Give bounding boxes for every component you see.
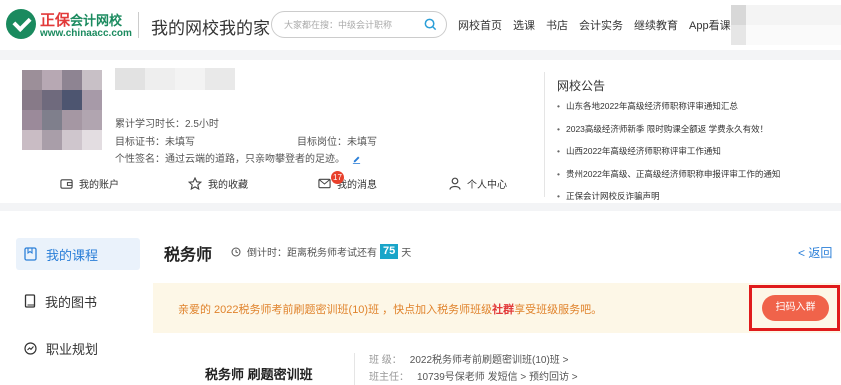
target-post: 目标岗位：未填写	[297, 137, 377, 148]
sidebar-item-my-courses[interactable]: 我的课程	[16, 238, 140, 270]
logo-url: www.chinaacc.com	[40, 28, 132, 39]
search-icon[interactable]	[423, 17, 438, 32]
sidebar-item-label: 我的图书	[45, 294, 98, 310]
nav-select-course[interactable]: 选课	[513, 20, 535, 32]
top-header: 正保会计网校 www.chinaacc.com 我的网校我的家 网校首页选课书店…	[0, 0, 841, 50]
nav-accounting-practice[interactable]: 会计实务	[579, 20, 623, 32]
signature-row: 个性签名：通过云端的道路，只亲吻攀登者的足迹。	[115, 150, 361, 165]
sidebar: 我的课程 我的图书 职业规划	[0, 211, 153, 385]
my-messages-link[interactable]: 我的消息	[318, 176, 377, 191]
notice-item[interactable]: 正保会计网校反诈骗声明	[557, 190, 780, 213]
notice-title: 网校公告	[557, 79, 606, 93]
user-icon	[449, 177, 461, 190]
promo-text: 亲爱的 2022税务师考前刷题密训班(10)班 ，快点加入税务师班级社群享受班级…	[178, 301, 602, 317]
notice-list: 山东各地2022年高级经济师职称评审通知汇总 2023高级经济师新季 限时购课全…	[557, 100, 780, 213]
search-input[interactable]	[284, 17, 414, 33]
notice-item[interactable]: 山东各地2022年高级经济师职称评审通知汇总	[557, 100, 780, 123]
course-divider	[354, 353, 355, 385]
sidebar-item-label: 我的课程	[46, 247, 99, 263]
envelope-icon	[318, 178, 331, 189]
target-certificate: 目标证书：未填写	[115, 137, 195, 148]
teacher-links[interactable]: 10739号保老师 发短信 > 预约回访 >	[417, 372, 578, 383]
message-count-badge: 17	[331, 171, 344, 184]
top-nav: 网校首页 选课 书店 会计实务 继续教育 App看课	[458, 17, 742, 33]
clock-icon	[231, 247, 241, 256]
countdown-suffix: 天	[401, 248, 412, 259]
highlight-annotation-box	[749, 285, 840, 331]
course-card: 税务师 刷题密训班 班 级： 2022税务师考前刷题密训班(10)班 > 班主任：…	[153, 341, 841, 385]
class-row: 班 级： 2022税务师考前刷题密训班(10)班 >	[369, 351, 568, 366]
trend-chart-icon	[24, 341, 37, 355]
exam-countdown: 倒计时：距离税务师考试还有 75 天	[231, 244, 411, 259]
profile-card: 累计学习时长：2.5小时 目标证书：未填写 目标岗位：未填写 个性签名：通过云端…	[0, 60, 841, 203]
course-icon	[24, 247, 37, 261]
class-link[interactable]: 2022税务师考前刷题密训班(10)班 >	[410, 355, 569, 366]
notice-item[interactable]: 2023高级经济师新季 限时购课全额返 学费永久有效！	[557, 123, 780, 146]
edit-pencil-icon[interactable]	[352, 155, 361, 164]
exam-title: 税务师	[164, 247, 213, 264]
signature-text: 个性签名：通过云端的道路，只亲吻攀登者的足迹。	[115, 154, 345, 165]
my-account-link[interactable]: 我的账户	[60, 176, 119, 191]
book-icon	[24, 294, 36, 308]
my-account-label: 我的账户	[79, 180, 119, 191]
wallet-icon	[60, 178, 73, 189]
site-title: 我的网校我的家	[151, 19, 270, 38]
header-divider	[138, 12, 139, 38]
promo-text-prefix: 亲爱的 2022税务师考前刷题密训班(10)班 ，快点加入税务师班级	[178, 304, 493, 316]
avatar[interactable]	[22, 70, 102, 150]
main-panel: 税务师 倒计时：距离税务师考试还有 75 天 < 返回 亲爱的 2022税务师考前刷…	[153, 211, 841, 385]
user-info-blurred[interactable]	[731, 5, 841, 45]
nav-app[interactable]: App看课	[689, 20, 731, 32]
sidebar-item-label: 职业规划	[46, 341, 99, 357]
countdown-days: 75	[380, 244, 399, 259]
notice-divider	[544, 72, 545, 197]
nav-continuing-education[interactable]: 继续教育	[634, 20, 678, 32]
sidebar-item-my-books[interactable]: 我的图书	[16, 285, 140, 317]
search-box[interactable]	[271, 11, 447, 38]
course-name[interactable]: 税务师 刷题密训班	[205, 364, 313, 383]
chinaacc-logo[interactable]: 正保会计网校 www.chinaacc.com	[6, 7, 138, 43]
logo-brand-text: 正保	[40, 12, 71, 29]
notice-item[interactable]: 贵州2022年高级、正高级经济师职称申报评审工作的通知	[557, 168, 780, 191]
logo-sub-text: 会计网校	[70, 13, 123, 28]
promo-text-highlight: 社群	[492, 304, 515, 316]
class-label: 班 级：	[369, 355, 402, 366]
username-blurred	[115, 68, 235, 90]
logo-check-icon	[6, 9, 36, 39]
class-group-promo-banner: 亲爱的 2022税务师考前刷题密训班(10)班 ，快点加入税务师班级社群享受班级…	[153, 283, 841, 333]
study-time: 累计学习时长：2.5小时	[115, 119, 219, 130]
personal-center-label: 个人中心	[467, 180, 507, 191]
my-favorites-label: 我的收藏	[208, 180, 248, 191]
personal-center-link[interactable]: 个人中心	[449, 176, 507, 191]
nav-bookstore[interactable]: 书店	[546, 20, 568, 32]
teacher-label: 班主任：	[369, 372, 409, 383]
sidebar-item-career-planning[interactable]: 职业规划	[16, 332, 140, 364]
promo-text-suffix: 享受班级服务吧。	[514, 304, 603, 316]
notice-item[interactable]: 山西2022年高级经济师职称评审工作通知	[557, 145, 780, 168]
countdown-prefix: 倒计时：距离税务师考试还有	[247, 248, 377, 259]
teacher-row: 班主任： 10739号保老师 发短信 > 预约回访 >	[369, 368, 578, 383]
star-icon	[188, 177, 202, 190]
back-link[interactable]: < 返回	[798, 244, 832, 261]
nav-home[interactable]: 网校首页	[458, 20, 502, 32]
my-favorites-link[interactable]: 我的收藏	[188, 176, 248, 191]
